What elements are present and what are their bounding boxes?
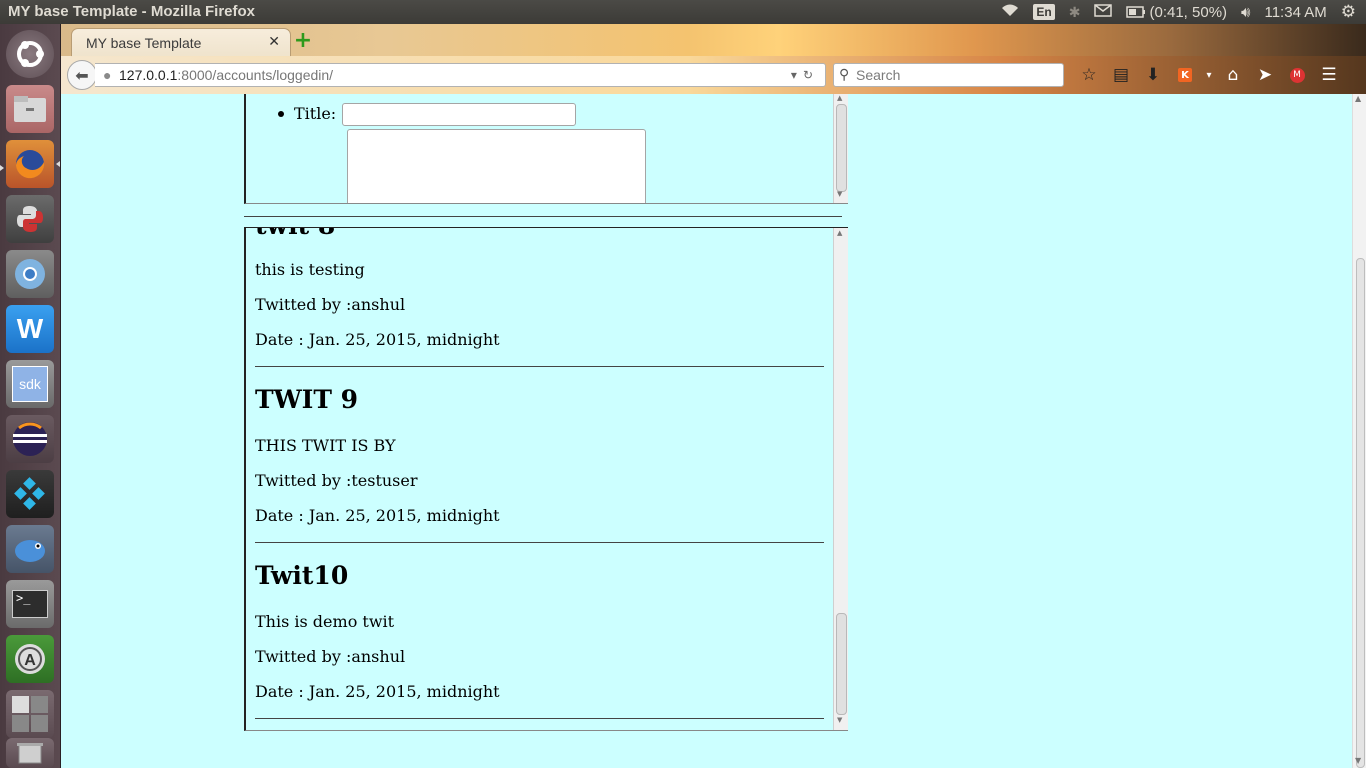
- thunderbird-icon[interactable]: [6, 525, 54, 573]
- search-input[interactable]: ⚲ Search: [833, 63, 1064, 87]
- browser-window: MY base Template ✕ + ⬅ ● 127.0.0.1:8000/…: [61, 24, 1366, 768]
- twit-divider: [255, 542, 824, 543]
- list-bullet: [278, 110, 284, 117]
- bookmark-star-icon[interactable]: ☆: [1073, 56, 1105, 94]
- url-bar[interactable]: ● 127.0.0.1:8000/accounts/loggedin/ ▾↻: [95, 63, 826, 87]
- wifi-icon[interactable]: [1001, 3, 1019, 21]
- battery-status: (0:41, 50%): [1149, 3, 1228, 21]
- files-icon[interactable]: [6, 85, 54, 133]
- scroll-down-arrow[interactable]: ▼: [837, 716, 842, 724]
- toolbar-icons: ☆ ▤ ⬇ K ▾ ⌂ ➤ M ☰: [1073, 56, 1345, 94]
- navigation-toolbar: ⬅ ● 127.0.0.1:8000/accounts/loggedin/ ▾↻…: [61, 56, 1366, 94]
- twit-body: this is testing: [255, 260, 365, 279]
- url-text[interactable]: 127.0.0.1:8000/accounts/loggedin/: [119, 64, 333, 86]
- mail-icon[interactable]: [1094, 3, 1113, 21]
- url-host: 127.0.0.1: [119, 67, 178, 83]
- software-updater-icon[interactable]: A: [6, 635, 54, 683]
- url-path: :8000/accounts/loggedin/: [177, 67, 334, 83]
- twit-author: Twitted by :anshul: [255, 647, 406, 666]
- clock[interactable]: 11:34 AM: [1264, 4, 1326, 21]
- twit-author: Twitted by :anshul: [255, 295, 406, 314]
- window-title: MY base Template - Mozilla Firefox: [8, 3, 256, 20]
- form-pane-scrollbar[interactable]: ▲ ▼: [833, 94, 848, 203]
- page-viewport[interactable]: Title: ▲ ▼ twit 8 this is testing Twitte…: [61, 94, 1352, 768]
- twit-divider: [255, 366, 824, 367]
- twit-divider: [255, 718, 824, 719]
- trash-icon[interactable]: [6, 738, 54, 768]
- ubuntu-dash-icon[interactable]: [6, 30, 54, 78]
- back-button[interactable]: ⬅: [67, 60, 97, 90]
- title-field-row: Title:: [278, 104, 336, 123]
- battery-icon: [1126, 6, 1146, 18]
- top-panel: MY base Template - Mozilla Firefox En ✱ …: [0, 0, 1366, 24]
- eclipse-icon[interactable]: [6, 415, 54, 463]
- gear-icon[interactable]: ⚙: [1341, 2, 1356, 22]
- scroll-thumb[interactable]: [1356, 258, 1365, 768]
- search-icon: ⚲: [839, 66, 850, 82]
- scroll-up-arrow[interactable]: ▲: [1355, 94, 1361, 103]
- page-scrollbar[interactable]: ▲ ▼: [1352, 94, 1366, 768]
- reload-icon[interactable]: ↻: [803, 68, 819, 82]
- twit-title: Twit10: [255, 561, 349, 590]
- scroll-up-arrow[interactable]: ▲: [837, 229, 842, 237]
- running-indicator: [0, 165, 4, 171]
- focused-indicator: [56, 161, 60, 167]
- scroll-down-arrow[interactable]: ▼: [1355, 756, 1361, 765]
- globe-icon: ●: [103, 67, 112, 83]
- chromium-icon[interactable]: [6, 250, 54, 298]
- home-icon[interactable]: ⌂: [1217, 56, 1249, 94]
- svg-text:A: A: [24, 652, 36, 669]
- title-input[interactable]: [342, 103, 576, 126]
- kodi-icon[interactable]: [6, 470, 54, 518]
- twit-body: THIS TWIT IS BY: [255, 436, 396, 455]
- twit-date: Date : Jan. 25, 2015, midnight: [255, 506, 500, 525]
- terminal-icon[interactable]: >_: [6, 580, 54, 628]
- twit-body: This is demo twit: [255, 612, 395, 631]
- url-controls: ▾↻: [791, 64, 819, 86]
- scroll-up-arrow[interactable]: ▲: [837, 94, 842, 102]
- workspace-switcher-icon[interactable]: [6, 690, 54, 738]
- twit-date: Date : Jan. 25, 2015, midnight: [255, 682, 500, 701]
- separator: [244, 216, 842, 217]
- reading-list-icon[interactable]: ▤: [1105, 56, 1137, 94]
- wps-writer-icon[interactable]: W: [6, 305, 54, 353]
- twit-list-pane[interactable]: twit 8 this is testing Twitted by :anshu…: [244, 227, 848, 731]
- firefox-icon[interactable]: [6, 140, 54, 188]
- launcher: W sdk >_ A: [0, 24, 61, 768]
- scroll-thumb[interactable]: [836, 613, 847, 715]
- scroll-thumb[interactable]: [836, 104, 847, 192]
- twit-list-scrollbar[interactable]: ▲ ▼: [833, 228, 848, 730]
- close-icon[interactable]: ✕: [268, 34, 280, 50]
- twit-list: twit 8 this is testing Twitted by :anshu…: [246, 228, 832, 730]
- tab-title: MY base Template: [86, 35, 202, 51]
- python-icon[interactable]: [6, 195, 54, 243]
- post-form-pane[interactable]: Title: ▲ ▼: [244, 94, 848, 204]
- scroll-down-arrow[interactable]: ▼: [837, 190, 842, 198]
- keyboard-layout-indicator[interactable]: En: [1033, 4, 1055, 20]
- title-label: Title:: [294, 104, 337, 123]
- twit-body-textarea[interactable]: [347, 129, 646, 203]
- twit-author: Twitted by :testuser: [255, 471, 418, 490]
- system-tray: En ✱ (0:41, 50%) 🔊︎ 11:34 AM ⚙: [1001, 0, 1366, 24]
- volume-icon[interactable]: 🔊︎: [1241, 4, 1250, 21]
- tab-bar: MY base Template ✕ +: [61, 24, 1366, 57]
- history-dropdown-icon[interactable]: ▾: [791, 68, 803, 82]
- battery-indicator[interactable]: (0:41, 50%): [1126, 4, 1227, 21]
- twit-title: twit 8: [255, 228, 335, 240]
- twit-title: TWIT 9: [255, 385, 359, 414]
- extension-orange-icon[interactable]: K: [1169, 56, 1201, 94]
- android-sdk-icon[interactable]: sdk: [6, 360, 54, 408]
- download-icon[interactable]: ⬇: [1137, 56, 1169, 94]
- new-tab-button[interactable]: +: [293, 27, 313, 53]
- search-placeholder: Search: [856, 67, 901, 83]
- back-arrow-icon: ⬅: [75, 65, 89, 85]
- send-icon[interactable]: ➤: [1249, 56, 1281, 94]
- menu-hamburger-icon[interactable]: ☰: [1313, 56, 1345, 94]
- extension-dropdown-icon[interactable]: ▾: [1201, 56, 1217, 94]
- plus-icon: +: [293, 27, 313, 53]
- extension-red-icon[interactable]: M: [1281, 56, 1313, 94]
- bluetooth-icon[interactable]: ✱: [1069, 4, 1081, 21]
- twit-date: Date : Jan. 25, 2015, midnight: [255, 330, 500, 349]
- tab-active[interactable]: MY base Template ✕: [71, 28, 291, 57]
